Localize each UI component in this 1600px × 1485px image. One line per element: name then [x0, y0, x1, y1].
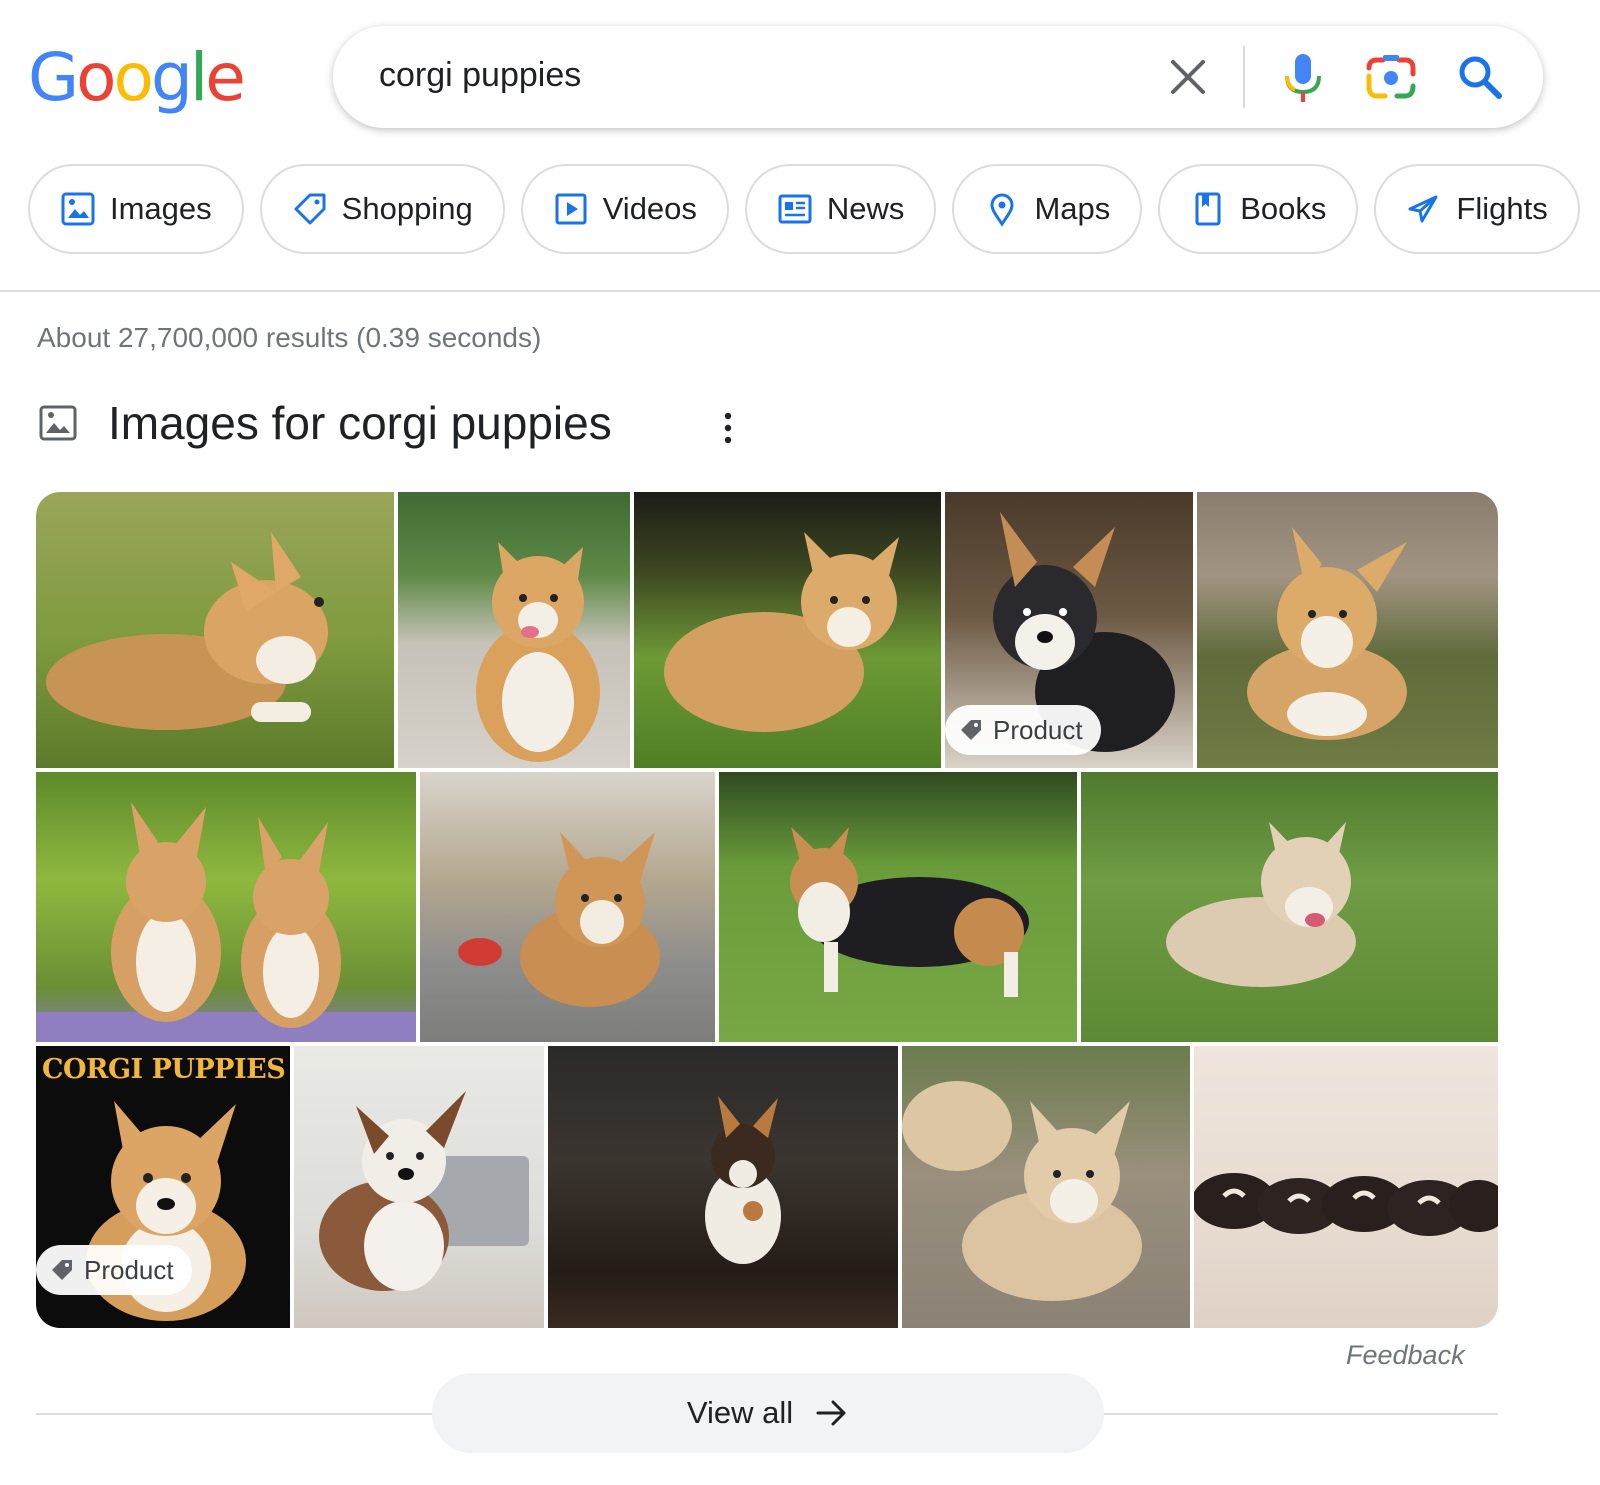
chip-label: Images: [110, 191, 212, 226]
image-result[interactable]: [1194, 1046, 1498, 1328]
clear-search-button[interactable]: [1163, 52, 1213, 102]
corgi-photo: [319, 1091, 529, 1291]
chip-maps[interactable]: Maps: [952, 164, 1143, 254]
chip-label: Books: [1240, 191, 1327, 226]
chip-label: News: [826, 191, 905, 226]
chip-label: Videos: [602, 191, 697, 226]
search-divider: [1243, 46, 1245, 108]
image-result[interactable]: [398, 492, 630, 768]
corgi-photo: [458, 832, 660, 1007]
camera-lens-icon: [1366, 55, 1416, 99]
google-logo[interactable]: Google: [28, 38, 246, 118]
chip-shopping[interactable]: Shopping: [259, 164, 505, 254]
header-divider: [0, 290, 1600, 292]
view-all-label: View all: [686, 1395, 794, 1430]
corgi-photo: [1166, 822, 1356, 987]
search-input[interactable]: corgi puppies: [379, 56, 581, 95]
feedback-link[interactable]: Feedback: [1346, 1340, 1465, 1371]
search-tabs: Images Shopping Videos News Maps Books F…: [28, 164, 1580, 254]
map-pin-icon: [990, 193, 1014, 227]
search-box[interactable]: corgi puppies: [333, 26, 1543, 128]
image-icon: [39, 405, 77, 441]
image-result[interactable]: [1197, 492, 1498, 768]
microphone-icon: [1285, 54, 1321, 102]
image-result[interactable]: [719, 772, 1077, 1042]
product-badge: Product: [36, 1245, 192, 1295]
view-all-button[interactable]: View all: [432, 1373, 1104, 1453]
corgi-photo: [664, 532, 899, 732]
product-badge: Product: [945, 705, 1101, 755]
image-result[interactable]: [548, 1046, 898, 1328]
chip-label: Flights: [1456, 191, 1548, 226]
corgi-photo: [1194, 1173, 1498, 1236]
airplane-icon: [1408, 195, 1438, 223]
corgi-photo: [902, 1081, 1142, 1301]
corgi-photo: [46, 532, 328, 730]
play-icon: [555, 193, 587, 225]
image-result[interactable]: [294, 1046, 544, 1328]
result-stats: About 27,700,000 results (0.39 seconds): [37, 322, 542, 353]
corgi-photo: [1247, 527, 1407, 740]
chip-flights[interactable]: Flights: [1374, 164, 1580, 254]
logo-letter: g: [150, 39, 193, 116]
image-result[interactable]: [634, 492, 941, 768]
tag-icon: [52, 1260, 72, 1280]
chip-label: Shopping: [341, 191, 473, 226]
voice-search-button[interactable]: [1278, 50, 1328, 106]
chip-news[interactable]: News: [744, 164, 937, 254]
image-result[interactable]: [36, 492, 394, 768]
more-vert-icon: [724, 412, 732, 444]
corgi-photo: [36, 802, 416, 1042]
image-icon: [61, 192, 95, 226]
search-by-image-button[interactable]: [1363, 52, 1419, 102]
arrow-right-icon: [816, 1400, 846, 1426]
chip-videos[interactable]: Videos: [520, 164, 729, 254]
product-badge-label: Product: [84, 1254, 174, 1285]
chip-images[interactable]: Images: [28, 164, 244, 254]
logo-letter: o: [76, 39, 116, 116]
images-section-title: Images for corgi puppies: [108, 397, 612, 449]
clear-icon: [1171, 60, 1205, 94]
chip-books[interactable]: Books: [1158, 164, 1359, 254]
image-result[interactable]: [902, 1046, 1190, 1328]
image-results-grid: Product CORGI PUPPIES Product: [36, 492, 1498, 1328]
logo-letter: e: [205, 39, 246, 116]
logo-letter: l: [189, 39, 208, 116]
more-options-button[interactable]: [720, 408, 736, 448]
product-badge-label: Product: [993, 714, 1083, 745]
search-icon: [1459, 56, 1502, 99]
bookmark-icon: [1195, 192, 1221, 226]
tag-icon: [294, 193, 326, 225]
image-result[interactable]: [1081, 772, 1498, 1042]
chip-label: Maps: [1034, 191, 1111, 226]
image-result[interactable]: [420, 772, 715, 1042]
tag-icon: [961, 720, 981, 740]
search-button[interactable]: [1453, 50, 1507, 104]
logo-letter: o: [113, 39, 154, 116]
corgi-photo: [790, 827, 1029, 997]
corgi-photo: [476, 542, 600, 762]
image-result[interactable]: [36, 772, 416, 1042]
corgi-photo: [705, 1096, 781, 1264]
news-icon: [778, 194, 812, 224]
images-section-header: Images for corgi puppies: [38, 396, 612, 450]
logo-letter: G: [28, 39, 79, 116]
